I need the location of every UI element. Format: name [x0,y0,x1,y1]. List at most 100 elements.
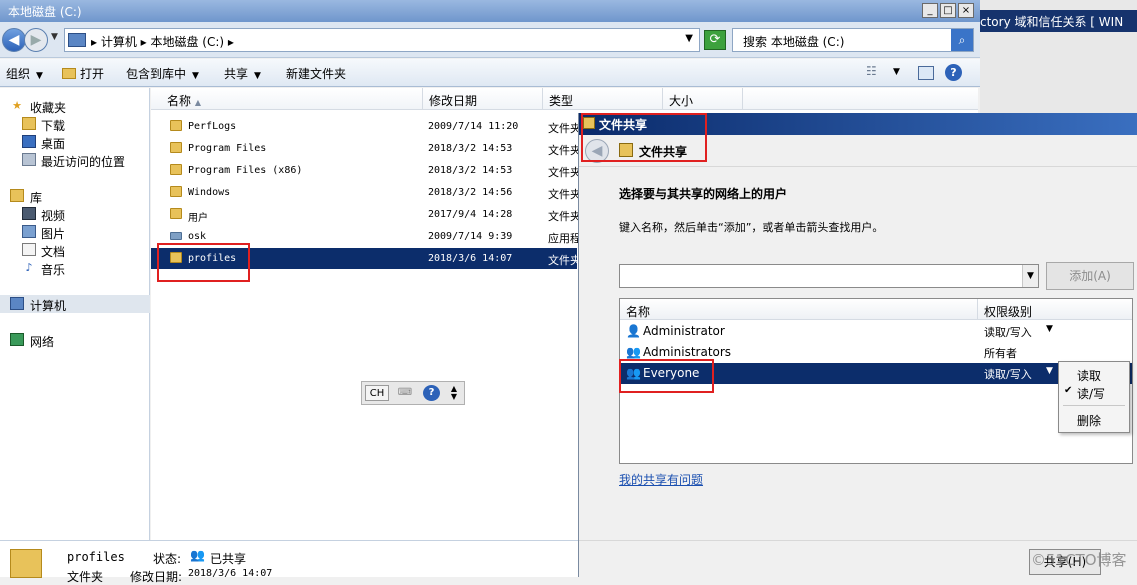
recent-places-icon [22,153,36,166]
file-type: 文件夹 [548,254,578,267]
help-icon[interactable]: ? [945,64,962,81]
preview-pane-icon[interactable] [918,66,934,80]
share-menu[interactable]: 共享 ▼ [224,65,261,82]
nav-videos[interactable]: 视频 [0,205,150,223]
ime-language-button[interactable]: CH [365,385,389,401]
column-size[interactable]: 大小 [663,88,743,110]
recent-pages-dropdown[interactable]: ▼ [51,32,58,42]
group-icon: 👥 [626,345,641,359]
user-row[interactable]: 👥 Administrators 所有者 [620,342,1132,363]
new-folder-button[interactable]: 新建文件夹 [286,65,346,82]
column-type[interactable]: 类型 [543,88,663,110]
file-row[interactable]: Program Files 2018/3/2 14:53 文件夹 [151,138,578,159]
chevron-down-icon[interactable]: ▼ [685,33,693,44]
forward-button[interactable]: ▶ [24,28,48,52]
folder-icon [170,186,182,197]
nav-recent[interactable]: 最近访问的位置 [0,151,150,169]
search-input[interactable]: 搜索 本地磁盘 (C:) ⌕ [732,28,974,52]
list-header: 名称 权限级别 [620,299,1132,320]
folder-icon [170,164,182,175]
file-type: 文件夹 [548,122,578,135]
address-bar[interactable]: ▸ 计算机 ▸ 本地磁盘 (C:) ▸ ▼ [64,28,700,52]
back-button[interactable]: ◀ [2,28,26,52]
permission-dropdown-icon[interactable]: ▼ [1046,324,1053,334]
file-name: Program Files [188,143,267,154]
chevron-down-icon: ▼ [192,71,199,81]
details-modified-value: 2018/3/6 14:07 [188,568,273,579]
user-row-selected[interactable]: 👥 Everyone 读取/写入 ▼ [620,363,1132,384]
user-name: Administrator [643,324,725,338]
details-state-label: 状态: [153,552,182,566]
view-options-icon[interactable]: ☷ [866,64,877,78]
organize-menu[interactable]: 组织 ▼ [6,65,43,82]
details-state-value: 已共享 [210,552,247,566]
add-button[interactable]: 添加(A) [1046,262,1134,290]
file-row[interactable]: Program Files (x86) 2018/3/2 14:53 文件夹 [151,160,578,181]
window-controls: _ □ × [922,3,974,18]
menu-item-remove[interactable]: 删除 [1059,411,1129,429]
chevron-down-icon[interactable]: ▼ [893,67,900,77]
file-date: 2018/3/2 14:53 [428,143,513,154]
nav-downloads[interactable]: 下载 [0,115,150,133]
menu-item-read-write-label: 读/写 [1077,387,1106,401]
network-icon [10,333,24,346]
permission-dropdown-icon[interactable]: ▼ [1046,366,1053,376]
nav-documents[interactable]: 文档 [0,241,150,259]
open-button[interactable]: 打开 [62,65,104,82]
file-date: 2017/9/4 14:28 [428,209,513,220]
ime-options-icon[interactable]: ▲ ▼ [448,385,460,401]
nav-libraries[interactable]: 库 [0,187,150,205]
shared-users-icon: 👥 [190,548,205,562]
maximize-button[interactable]: □ [940,3,956,18]
nav-computer[interactable]: 计算机 [0,295,150,313]
chevron-down-icon[interactable]: ▼ [1022,265,1038,287]
sharing-help-link[interactable]: 我的共享有问题 [619,471,703,488]
folder-icon [170,142,182,153]
pictures-icon [22,225,36,238]
share-icon [583,117,595,129]
file-row[interactable]: Windows 2018/3/2 14:56 文件夹 [151,182,578,203]
file-row-selected[interactable]: profiles 2018/3/6 14:07 文件夹 [151,248,578,269]
file-date: 2018/3/2 14:56 [428,187,513,198]
file-row[interactable]: osk 2009/7/14 9:39 应用程序 [151,226,578,247]
include-library-menu[interactable]: 包含到库中 ▼ [126,65,199,82]
file-row[interactable]: 用户 2017/9/4 14:28 文件夹 [151,204,578,225]
share-label: 共享 [224,67,249,81]
checkmark-icon: ✔ [1064,385,1073,396]
folder-icon [170,120,182,131]
file-row[interactable]: PerfLogs 2009/7/14 11:20 文件夹 [151,116,578,137]
keyboard-icon[interactable]: ⌨ [394,385,416,401]
column-name[interactable]: 名称 ▲ [151,88,423,110]
column-name-header[interactable]: 名称 [626,303,650,320]
nav-pictures[interactable]: 图片 [0,223,150,241]
close-button[interactable]: × [958,3,974,18]
nav-music[interactable]: ♪ 音乐 [0,259,150,277]
folder-icon [62,68,76,79]
user-name: Everyone [643,366,700,380]
menu-item-read[interactable]: 读取 [1059,366,1129,384]
nav-network[interactable]: 网络 [0,331,150,349]
column-permission-header[interactable]: 权限级别 [984,303,1032,320]
open-label: 打开 [80,67,105,81]
watermark: ©51CTO博客 [1031,551,1127,569]
back-button[interactable]: ◀ [585,139,609,163]
file-sharing-dialog: 文件共享 ◀ 文件共享 选择要与其共享的网络上的用户 键入名称，然后单击“添加”… [578,113,1137,577]
column-date[interactable]: 修改日期 [423,88,543,110]
user-row[interactable]: 👤 Administrator 读取/写入 ▼ [620,321,1132,342]
command-bar: 组织 ▼ 打开 包含到库中 ▼ 共享 ▼ 新建文件夹 ☷ ▼ ? [0,59,980,87]
menu-item-read-label: 读取 [1077,369,1102,383]
file-date: 2009/7/14 11:20 [428,121,519,132]
dialog-title: 文件共享 [599,118,648,132]
folder-icon [10,549,42,578]
nav-desktop[interactable]: 桌面 [0,133,150,151]
nav-favorites[interactable]: ★ 收藏夹 [0,97,150,115]
help-icon[interactable]: ? [423,385,440,401]
minimize-button[interactable]: _ [922,3,938,18]
user-name-combobox[interactable]: ▼ [619,264,1039,288]
nav-network-label: 网络 [30,335,55,349]
ime-toolbar: CH ⌨ ? ▲ ▼ [361,381,465,405]
chevron-down-icon: ▼ [254,71,261,81]
refresh-button[interactable]: ⟳ [704,30,726,50]
search-icon[interactable]: ⌕ [951,29,973,51]
menu-item-read-write[interactable]: ✔ 读/写 [1059,384,1129,402]
